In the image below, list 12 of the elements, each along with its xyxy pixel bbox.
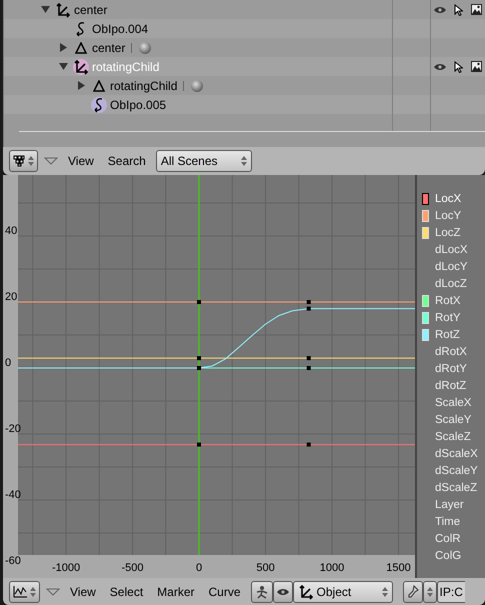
x-axis-label: -1000 — [52, 562, 80, 574]
x-axis-label: 0 — [196, 562, 202, 574]
x-axis-label: -500 — [122, 562, 144, 574]
x-axis-label: 1500 — [386, 562, 411, 574]
y-axis-label: -60 — [5, 555, 21, 567]
y-axis-label: 40 — [5, 225, 18, 238]
y-axis-label: 0 — [5, 357, 12, 370]
y-axis-label: -20 — [5, 423, 21, 436]
y-axis-label: 20 — [5, 291, 18, 304]
y-axis-label: -40 — [5, 489, 21, 501]
x-axis-label: 1000 — [320, 562, 344, 574]
x-axis-label: 500 — [256, 562, 275, 574]
